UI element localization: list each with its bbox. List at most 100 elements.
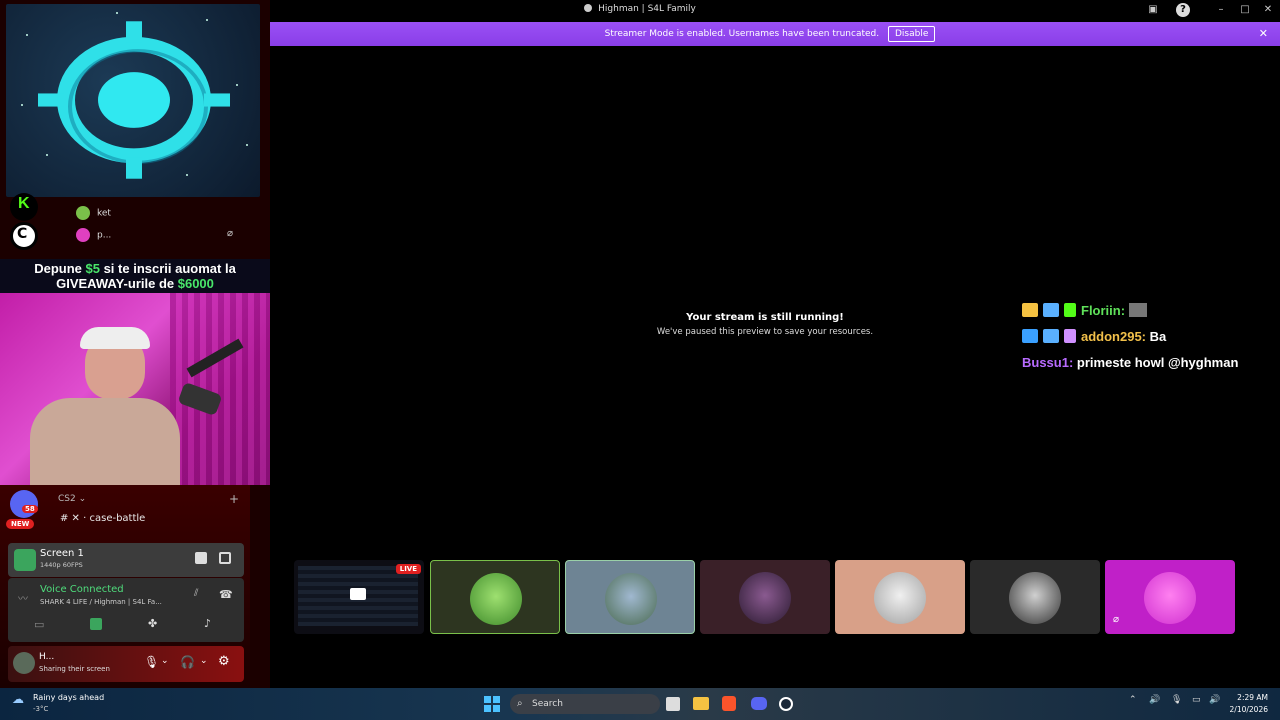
screen-icon: [350, 588, 366, 600]
voice-user-row[interactable]: p...: [76, 228, 111, 242]
voice-status[interactable]: Voice Connected: [40, 584, 124, 595]
clock[interactable]: 2:29 AM: [1226, 693, 1268, 702]
disconnect-icon[interactable]: ☎: [219, 588, 233, 601]
chevron-down-icon[interactable]: ⌄: [161, 656, 169, 666]
chat-message: Floriin:: [1022, 303, 1147, 318]
screen-title: Screen 1: [40, 548, 84, 559]
avatar: [1009, 572, 1061, 624]
participant-tile[interactable]: [970, 560, 1100, 634]
muted-icon: ⌀: [1113, 614, 1120, 625]
notification-badge: 58: [22, 505, 38, 513]
gear-icon[interactable]: ⚙: [218, 654, 230, 669]
new-badge: NEW: [6, 519, 35, 529]
screen-quality: 1440p 60FPS: [40, 561, 83, 569]
webcam-feed: [0, 293, 270, 485]
user-status: Sharing their screen: [39, 665, 110, 673]
help-icon[interactable]: ?: [1176, 3, 1190, 17]
inbox-icon[interactable]: ▣: [1146, 3, 1160, 17]
voice-location: SHARK 4 LIFE / Highman | S4L Fa...: [40, 598, 162, 606]
streamer-body: [30, 398, 180, 485]
search-icon: ⌕: [517, 698, 523, 709]
app-icon: [584, 4, 593, 12]
avatar: [739, 572, 791, 624]
emote-icon: [1128, 303, 1147, 317]
paused-heading: Your stream is still running!: [686, 312, 844, 323]
promo-banner: Depune $5 si te inscrii auomat la GIVEAW…: [0, 259, 270, 293]
muted-icon: ⌀: [227, 228, 234, 239]
user-panel: H... Sharing their screen 🎙 ⌄ 🎧 ⌄ ⚙: [8, 646, 244, 682]
brave-icon[interactable]: [722, 696, 736, 711]
gift-badge-icon: [1064, 329, 1076, 343]
channel-item[interactable]: # ✕ · case-battle: [60, 513, 145, 524]
avatar: [470, 573, 522, 625]
avatar: [874, 572, 926, 624]
overlay-logo-tile: [6, 4, 260, 197]
server-icon[interactable]: [10, 490, 38, 518]
start-icon[interactable]: [484, 696, 500, 712]
weather-icon[interactable]: ☁: [12, 692, 24, 706]
share-screen-icon[interactable]: [90, 618, 102, 630]
chat-message: addon295: Ba: [1022, 329, 1166, 344]
gift-badge-icon: [1064, 303, 1076, 317]
headband: [80, 327, 150, 349]
pin-badge-icon: [1022, 329, 1038, 343]
minimize-button[interactable]: –: [1214, 3, 1228, 17]
headphones-icon[interactable]: 🎧: [180, 655, 195, 669]
weather-temp: -3°C: [33, 705, 49, 713]
soundboard-icon[interactable]: ♪: [204, 617, 211, 630]
stop-stream-icon[interactable]: [195, 552, 207, 564]
crown-badge-icon: [1022, 303, 1038, 317]
microphone-icon[interactable]: 🎙: [144, 655, 159, 669]
stream-settings-icon[interactable]: [219, 552, 231, 564]
display-icon[interactable]: ▭: [1192, 695, 1201, 705]
live-badge: LIVE: [395, 564, 421, 574]
steam-icon[interactable]: [779, 697, 793, 711]
discord-icon[interactable]: [751, 697, 767, 710]
camera-off-icon[interactable]: ▭: [34, 618, 44, 631]
noise-suppression-icon[interactable]: ⫽: [194, 588, 198, 599]
participant-tile[interactable]: ⌀: [1105, 560, 1235, 634]
maximize-button[interactable]: □: [1238, 3, 1252, 17]
stream-paused-message: Your stream is still running! We've paus…: [600, 312, 930, 337]
target-logo-icon: [38, 21, 230, 179]
channel-category[interactable]: CS2 ⌄: [58, 494, 86, 504]
mod-badge-icon: [1043, 329, 1059, 343]
screen-share-icon: [14, 549, 36, 571]
file-explorer-icon[interactable]: [693, 697, 709, 710]
chevron-down-icon[interactable]: ⌄: [200, 656, 208, 666]
volume-icon[interactable]: 🔊: [1209, 695, 1220, 705]
server-icon-c[interactable]: C: [10, 222, 38, 250]
screen-share-card[interactable]: Screen 1 1440p 60FPS: [8, 543, 244, 577]
avatar: [76, 206, 90, 220]
stream-preview-tile[interactable]: LIVE: [294, 560, 424, 634]
activities-icon[interactable]: ✤: [148, 617, 157, 630]
close-window-button[interactable]: ✕: [1261, 3, 1275, 17]
chevron-up-icon[interactable]: ⌃: [1129, 695, 1137, 705]
date[interactable]: 2/10/2026: [1226, 705, 1268, 714]
chat-message: Bussu1: primeste howl @hyghman: [1022, 355, 1239, 370]
taskbar-search[interactable]: ⌕ Search: [510, 694, 660, 714]
microphone-icon[interactable]: 🎙: [1171, 695, 1182, 705]
participant-tile[interactable]: [835, 560, 965, 634]
weather-title[interactable]: Rainy days ahead: [33, 693, 104, 702]
add-channel-icon[interactable]: +: [229, 492, 239, 506]
user-name: H...: [39, 652, 55, 662]
avatar: [76, 228, 90, 242]
voice-connection-card: 〰 Voice Connected SHARK 4 LIFE / Highman…: [8, 578, 244, 642]
participant-tile[interactable]: [700, 560, 830, 634]
paused-subtext: We've paused this preview to save your r…: [656, 327, 874, 337]
participant-tile[interactable]: [565, 560, 695, 634]
mod-badge-icon: [1043, 303, 1059, 317]
task-view-icon[interactable]: [666, 697, 680, 711]
streamer-mode-banner: Streamer Mode is enabled. Usernames have…: [260, 22, 1280, 46]
speaker-icon[interactable]: 🔊: [1149, 695, 1160, 705]
disable-streamer-mode-button[interactable]: Disable: [887, 26, 936, 42]
participant-tile[interactable]: [430, 560, 560, 634]
banner-close-icon[interactable]: ✕: [1259, 22, 1268, 46]
server-icon-kick[interactable]: K: [10, 193, 38, 221]
voice-user-row[interactable]: ket: [76, 206, 111, 220]
banner-text: Streamer Mode is enabled. Usernames have…: [604, 29, 880, 39]
avatar: [605, 573, 657, 625]
avatar[interactable]: [13, 652, 35, 674]
signal-icon[interactable]: 〰: [18, 590, 28, 605]
